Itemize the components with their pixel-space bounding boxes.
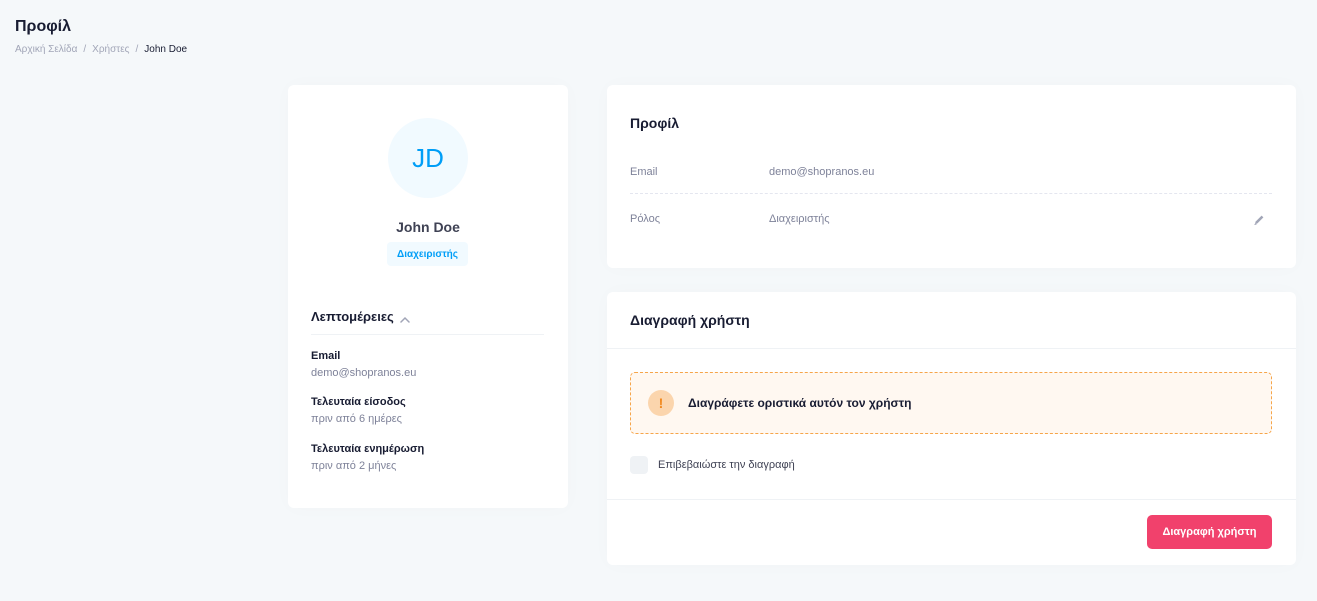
detail-label: Email: [311, 350, 341, 362]
warning-text: Διαγράφετε οριστικά αυτόν τον χρήστη: [688, 396, 912, 410]
detail-value: πριν από 6 ημέρες: [311, 413, 402, 425]
detail-value: πριν από 2 μήνες: [311, 460, 397, 472]
breadcrumb-separator: /: [135, 44, 139, 55]
email-label: Email: [630, 166, 658, 178]
user-name: John Doe: [396, 219, 460, 235]
warning-notice: ! Διαγράφετε οριστικά αυτόν τον χρήστη: [630, 372, 1272, 434]
email-value: demo@shopranos.eu: [769, 166, 875, 178]
role-badge: Διαχειριστής: [387, 242, 468, 266]
delete-card-title: Διαγραφή χρήστη: [630, 312, 750, 328]
row-divider: [630, 193, 1272, 194]
profile-card: Προφίλ Email demo@shopranos.eu Ρόλος Δια…: [607, 85, 1296, 268]
profile-card-title: Προφίλ: [630, 115, 680, 131]
delete-user-button[interactable]: Διαγραφή χρήστη: [1147, 515, 1272, 549]
detail-email: Email demo@shopranos.eu: [311, 350, 416, 379]
delete-user-card: Διαγραφή χρήστη ! Διαγράφετε οριστικά αυ…: [607, 292, 1296, 565]
breadcrumb: Αρχική Σελίδα / Χρήστες / John Doe: [15, 44, 187, 55]
detail-last-update: Τελευταία ενημέρωση πριν από 2 μήνες: [311, 443, 424, 472]
breadcrumb-current: John Doe: [144, 44, 188, 55]
confirm-delete-row: Επιβεβαιώστε την διαγραφή: [630, 456, 795, 474]
role-value: Διαχειριστής: [769, 213, 830, 225]
exclamation-icon: !: [648, 390, 674, 416]
breadcrumb-users-link[interactable]: Χρήστες: [92, 44, 129, 55]
chevron-up-icon: [400, 312, 410, 327]
breadcrumb-home-link[interactable]: Αρχική Σελίδα: [15, 44, 77, 55]
footer-divider: [607, 499, 1296, 500]
avatar: JD: [388, 118, 468, 198]
role-label: Ρόλος: [630, 213, 660, 225]
pencil-icon[interactable]: [1252, 213, 1266, 227]
detail-last-login: Τελευταία είσοδος πριν από 6 ημέρες: [311, 396, 406, 425]
detail-label: Τελευταία είσοδος: [311, 396, 406, 408]
detail-label: Τελευταία ενημέρωση: [311, 443, 425, 455]
confirm-delete-label[interactable]: Επιβεβαιώστε την διαγραφή: [658, 459, 795, 471]
header-divider: [607, 348, 1296, 349]
confirm-delete-checkbox[interactable]: [630, 456, 648, 474]
detail-value: demo@shopranos.eu: [311, 367, 417, 379]
details-toggle[interactable]: Λεπτομέρειες: [311, 309, 544, 335]
user-summary-card: JD John Doe Διαχειριστής Λεπτομέρειες Em…: [288, 85, 568, 508]
breadcrumb-separator: /: [83, 44, 87, 55]
details-title: Λεπτομέρειες: [311, 309, 394, 324]
page-title: Προφίλ: [15, 18, 72, 35]
